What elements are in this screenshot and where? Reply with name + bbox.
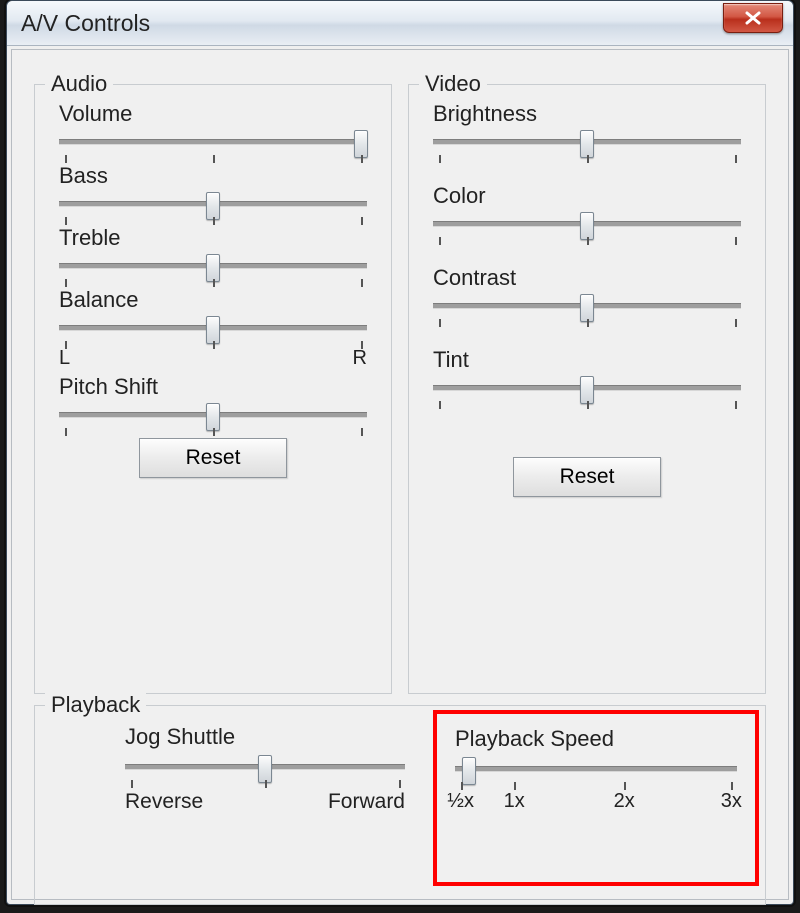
- playback-speed-tick-labels: ½x1x2x3x: [455, 790, 737, 812]
- speed-slider[interactable]: [455, 756, 737, 786]
- playback-speed-label: Playback Speed: [455, 726, 737, 752]
- bass-thumb[interactable]: [206, 192, 220, 220]
- av-controls-window: A/V Controls Audio Volume Bass Treble Balan…: [6, 0, 794, 905]
- jog-reverse-label: Reverse: [125, 790, 203, 814]
- color-thumb[interactable]: [580, 212, 594, 240]
- audio-group: Audio VolumeBassTrebleBalanceLRPitch Shi…: [34, 84, 392, 694]
- speed-thumb[interactable]: [462, 757, 476, 785]
- video-reset-button[interactable]: Reset: [513, 457, 661, 497]
- brightness-thumb[interactable]: [580, 130, 594, 158]
- contrast-label: Contrast: [433, 265, 741, 291]
- playback-group: Playback Jog Shuttle Reverse Forward Pla…: [34, 705, 766, 905]
- pitch-thumb[interactable]: [206, 403, 220, 431]
- video-sliders: Brightness Color Contrast Tint Reset: [433, 101, 741, 677]
- treble-slider[interactable]: [59, 253, 367, 283]
- brightness-slider[interactable]: [433, 129, 741, 159]
- volume-label: Volume: [59, 101, 367, 127]
- balance-thumb[interactable]: [206, 316, 220, 344]
- speed-tick-label: 3x: [721, 790, 742, 813]
- audio-reset-button[interactable]: Reset: [139, 438, 287, 478]
- balance-label: Balance: [59, 287, 367, 313]
- contrast-slider[interactable]: [433, 293, 741, 323]
- playback-speed-highlight: Playback Speed ½x 1x 2x 3x: [433, 710, 759, 886]
- tint-label: Tint: [433, 347, 741, 373]
- contrast-thumb[interactable]: [580, 294, 594, 322]
- dialog-body: Audio VolumeBassTrebleBalanceLRPitch Shi…: [11, 49, 789, 900]
- bass-label: Bass: [59, 163, 367, 189]
- jog-slider[interactable]: [125, 754, 405, 784]
- speed-tick-label: ½x: [447, 790, 474, 813]
- pitch-slider[interactable]: [59, 402, 367, 432]
- speed-tick-label: 1x: [504, 790, 525, 813]
- tint-slider[interactable]: [433, 375, 741, 405]
- color-label: Color: [433, 183, 741, 209]
- titlebar[interactable]: A/V Controls: [7, 1, 793, 46]
- volume-thumb[interactable]: [354, 130, 368, 158]
- close-button[interactable]: [723, 3, 783, 33]
- jog-thumb[interactable]: [258, 755, 272, 783]
- jog-forward-label: Forward: [328, 790, 405, 814]
- brightness-label: Brightness: [433, 101, 741, 127]
- pitch-label: Pitch Shift: [59, 374, 367, 400]
- treble-label: Treble: [59, 225, 367, 251]
- speed-tick-label: 2x: [614, 790, 635, 813]
- treble-thumb[interactable]: [206, 254, 220, 282]
- window-title: A/V Controls: [21, 10, 150, 37]
- playback-legend: Playback: [45, 692, 146, 718]
- video-legend: Video: [419, 71, 487, 97]
- jog-shuttle-area: Jog Shuttle Reverse Forward: [125, 724, 405, 814]
- video-group: Video BrightnessColorContrastTintReset: [408, 84, 766, 694]
- audio-sliders: VolumeBassTrebleBalanceLRPitch ShiftRese…: [59, 101, 367, 677]
- jog-label: Jog Shuttle: [125, 724, 405, 750]
- audio-legend: Audio: [45, 71, 113, 97]
- color-slider[interactable]: [433, 211, 741, 241]
- close-icon: [743, 10, 763, 26]
- tint-thumb[interactable]: [580, 376, 594, 404]
- balance-slider[interactable]: [59, 315, 367, 345]
- bass-slider[interactable]: [59, 191, 367, 221]
- volume-slider[interactable]: [59, 129, 367, 159]
